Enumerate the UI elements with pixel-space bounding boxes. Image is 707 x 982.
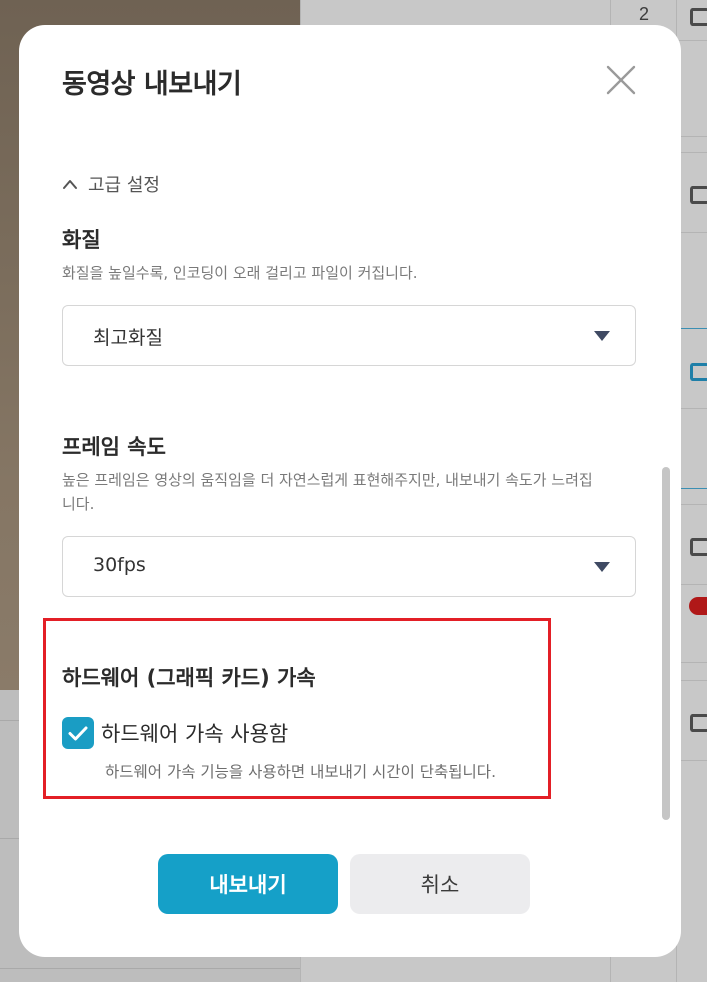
quality-description: 화질을 높일수록, 인코딩이 오래 걸리고 파일이 커집니다.	[62, 264, 418, 282]
frame-rate-selected-value: 30fps	[93, 554, 146, 576]
background-divider	[0, 968, 300, 969]
export-button[interactable]: 내보내기	[158, 854, 338, 914]
close-button[interactable]	[603, 62, 639, 98]
hardware-acceleration-label: 하드웨어 (그래픽 카드) 가속	[62, 666, 316, 690]
quality-select[interactable]: 최고화질	[62, 305, 636, 366]
dialog-title: 동영상 내보내기	[62, 69, 242, 100]
background-clip-icon	[690, 714, 707, 732]
cancel-button[interactable]: 취소	[350, 854, 530, 914]
dialog-scrollbar[interactable]	[662, 467, 670, 820]
frame-rate-select[interactable]: 30fps	[62, 536, 636, 597]
caret-down-icon	[594, 331, 610, 341]
check-icon	[68, 726, 88, 741]
chevron-up-icon	[63, 180, 77, 189]
hardware-acceleration-checkbox-label[interactable]: 하드웨어 가속 사용함	[101, 718, 288, 748]
advanced-settings-toggle[interactable]: 고급 설정	[62, 171, 160, 197]
background-clip-icon	[690, 538, 707, 556]
background-record-marker	[689, 597, 707, 615]
hardware-acceleration-description: 하드웨어 가속 기능을 사용하면 내보내기 시간이 단축됩니다.	[105, 763, 496, 781]
background-clip-icon	[690, 8, 707, 26]
background-clip-icon	[690, 363, 707, 381]
screen: 2 동영상 내보내기 고급 설정 화질 화질을 높일수록, 인코딩이 오래 걸리…	[0, 0, 707, 982]
frame-rate-label: 프레임 속도	[62, 435, 166, 459]
frame-rate-description: 높은 프레임은 영상의 움직임을 더 자연스럽게 표현해주지만, 내보내기 속도…	[62, 471, 593, 513]
hardware-acceleration-checkbox[interactable]	[62, 717, 94, 749]
quality-selected-value: 최고화질	[93, 327, 163, 349]
close-icon	[606, 65, 636, 95]
export-video-dialog: 동영상 내보내기 고급 설정 화질 화질을 높일수록, 인코딩이 오래 걸리고 …	[19, 25, 681, 957]
quality-label: 화질	[62, 228, 101, 252]
background-row-number: 2	[638, 4, 649, 24]
background-clip-icon	[690, 186, 707, 204]
caret-down-icon	[594, 562, 610, 572]
advanced-settings-label: 고급 설정	[88, 175, 160, 196]
